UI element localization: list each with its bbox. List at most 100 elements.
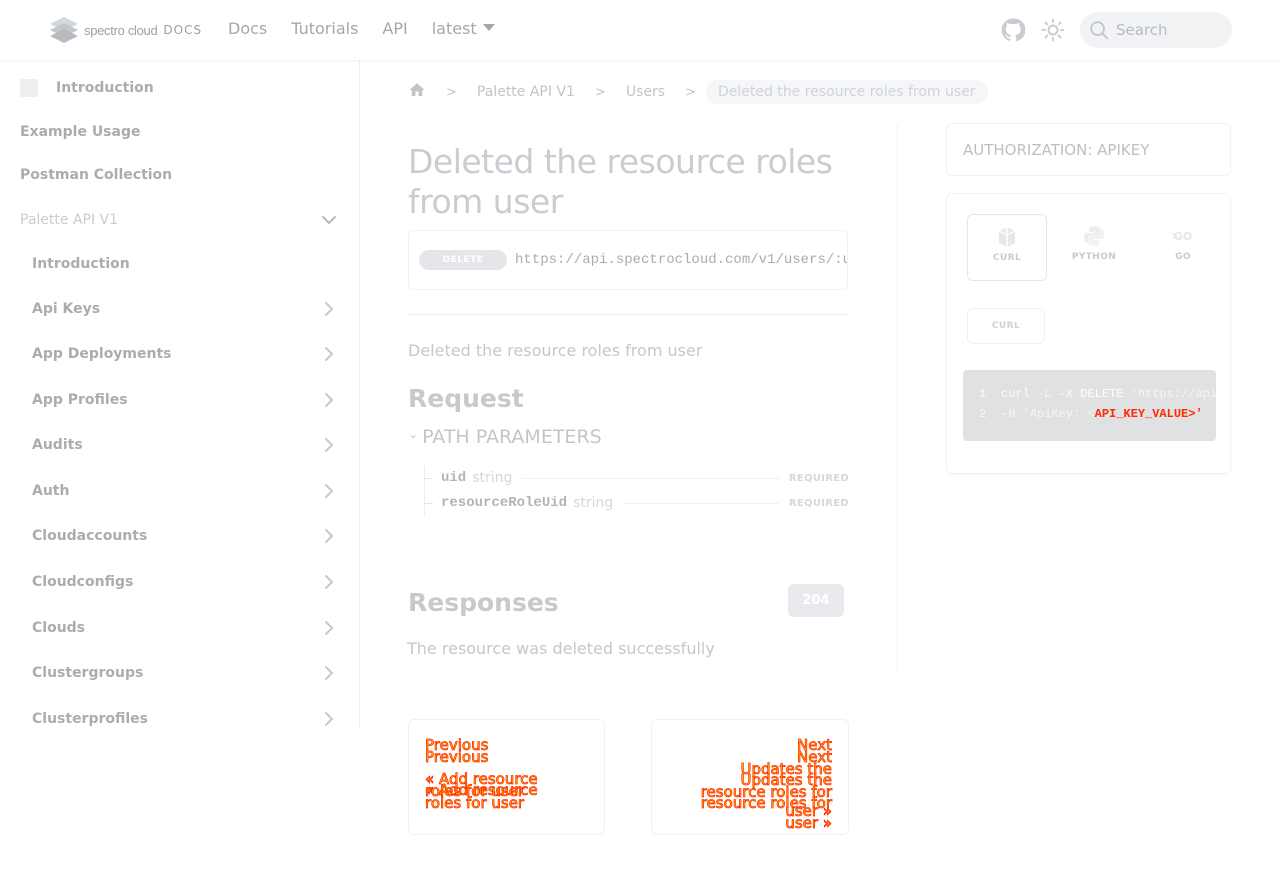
code-line: 1 curl -L -X DELETE 'https://api.spectroc… [963, 384, 1216, 404]
sidebar-item-clustergroups[interactable]: Clustergroups [0, 653, 359, 693]
code-line: 2 -H 'ApiKey: < API_KEY_VALUE >' [963, 404, 1203, 424]
chevron-down-icon: ⌄ [408, 427, 419, 441]
home-icon[interactable] [408, 81, 426, 103]
sun-icon[interactable] [1040, 17, 1066, 43]
pager-next[interactable]: Next Next Updates the Updates the resour… [651, 719, 849, 835]
lang-tab-go[interactable]: GO GO [1143, 214, 1223, 281]
version-label: latest [431, 19, 477, 38]
nav-link-docs[interactable]: Docs [228, 19, 267, 38]
endpoint-url[interactable]: https://api.spectrocloud.com/v1/users/:u… [515, 252, 847, 268]
sidebar-item-label: Palette API V1 [20, 212, 119, 228]
sidebar-item-auth[interactable]: Auth [0, 471, 359, 511]
breadcrumb-item-palette-api[interactable]: Palette API V1 [477, 84, 575, 100]
logo-docs-label: DOCS [163, 23, 203, 37]
breadcrumb: > Palette API V1 > Users > Deleted the r… [408, 78, 988, 106]
line-number: 1 [979, 387, 987, 401]
sidebar-item-label: Audits [32, 437, 83, 453]
param-row: resourceRoleUid string REQUIRED [425, 491, 849, 515]
endpoint-bar: DELETE https://api.spectrocloud.com/v1/u… [408, 230, 848, 290]
breadcrumb-separator: > [594, 84, 606, 100]
sidebar-item-postman-collection[interactable]: Postman Collection [0, 155, 359, 195]
chevron-right-icon[interactable] [321, 620, 337, 636]
param-type: string [472, 470, 513, 486]
code-block[interactable]: 1 curl -L -X DELETE 'https://api.spectroc… [963, 370, 1216, 441]
responses-heading: Responses [408, 588, 559, 617]
version-dropdown[interactable]: latest [432, 19, 495, 38]
sidebar-item-introduction[interactable]: Introduction [0, 68, 359, 108]
chevron-right-icon[interactable] [321, 483, 337, 499]
nav-right [1000, 12, 1232, 48]
pager-title-line3-ghost: user » [785, 814, 832, 832]
param-line [623, 502, 779, 504]
sidebar-item-label: Clouds [32, 620, 86, 636]
code-api-key-placeholder: API_KEY_VALUE [1094, 407, 1189, 421]
code-header-suffix: >' [1188, 407, 1203, 421]
search-input[interactable] [1116, 21, 1226, 39]
path-parameters-toggle[interactable]: ⌄ PATH PARAMETERS [408, 426, 602, 448]
logo-icon [50, 17, 78, 43]
breadcrumb-item-users[interactable]: Users [626, 84, 665, 100]
sidebar-item-palette-api-v1[interactable]: Palette API V1 [0, 200, 359, 240]
chevron-right-icon[interactable] [321, 437, 337, 453]
code-url: 'https://api.spectrocloud.com/v1/users/:… [1130, 387, 1216, 401]
sidebar-item-app-profiles[interactable]: App Profiles [0, 380, 359, 420]
top-navbar: spectro cloud DOCS Docs Tutorials API la… [0, 0, 1280, 60]
code-flags: -L -X [1029, 387, 1081, 401]
github-icon[interactable] [1000, 17, 1026, 43]
request-heading: Request [408, 384, 524, 413]
chevron-right-icon[interactable] [321, 574, 337, 590]
sidebar-item-label: Clustergroups [32, 665, 144, 681]
param-name: resourceRoleUid [441, 495, 568, 511]
sidebar-item-clusterprofiles[interactable]: Clusterprofiles [0, 699, 359, 728]
breadcrumb-separator: > [446, 84, 457, 100]
logo[interactable]: spectro cloud DOCS [48, 16, 202, 44]
chevron-right-icon[interactable] [321, 301, 337, 317]
param-type: string [573, 495, 614, 511]
page-title: Deleted the resource roles from user [408, 142, 833, 221]
param-required-badge: REQUIRED [788, 472, 849, 484]
param-row: uid string REQUIRED [425, 466, 849, 490]
variant-tab-curl[interactable]: CURL [967, 308, 1045, 344]
sidebar-item-api-keys[interactable]: Api Keys [0, 289, 359, 329]
curl-icon [998, 227, 1016, 247]
response-description: The resource was deleted successfully [407, 639, 715, 658]
chevron-right-icon[interactable] [321, 392, 337, 408]
chevron-right-icon[interactable] [321, 346, 337, 362]
python-icon [1084, 226, 1104, 246]
lang-tab-curl[interactable]: CURL [967, 214, 1047, 281]
pager-next-text: Next Next Updates the Updates the resour… [700, 736, 833, 833]
chevron-right-icon[interactable] [321, 711, 337, 727]
nav-link-api[interactable]: API [382, 19, 407, 38]
sidebar-item-example-usage[interactable]: Example Usage [0, 112, 359, 152]
sidebar-item-label: Introduction [32, 256, 130, 272]
sidebar-item-label: Clusterprofiles [32, 711, 149, 727]
sidebar-item-api-introduction[interactable]: Introduction [0, 244, 359, 284]
search-bar[interactable] [1080, 12, 1232, 48]
authorization-card[interactable]: AUTHORIZATION: APIKEY [946, 123, 1231, 176]
param-connector [425, 477, 433, 479]
lang-tab-python[interactable]: PYTHON [1054, 214, 1134, 281]
param-connector [425, 502, 433, 504]
code-sample-card: CURL PYTHON GO GO CURL 1 curl -L -X DELET… [946, 193, 1231, 474]
pager-previous[interactable]: Previous Previous « Add resource « Add r… [408, 719, 605, 835]
code-flag: -H [1001, 407, 1016, 421]
sidebar-item-audits[interactable]: Audits [0, 425, 359, 465]
nav-link-tutorials[interactable]: Tutorials [291, 19, 358, 38]
sidebar-item-app-deployments[interactable]: App Deployments [0, 334, 359, 374]
sidebar-item-label: App Deployments [32, 346, 172, 362]
endpoint-description: Deleted the resource roles from user [408, 341, 703, 360]
sidebar-item-cloudaccounts[interactable]: Cloudaccounts [0, 516, 359, 556]
pager-label-ghost: Previous [425, 748, 489, 766]
sidebar-item-label: Postman Collection [20, 167, 173, 183]
status-code-tab[interactable]: 204 [788, 584, 844, 617]
param-required-badge: REQUIRED [788, 497, 849, 509]
chevron-right-icon[interactable] [321, 665, 337, 681]
page-icon [20, 79, 38, 97]
chevron-right-icon[interactable] [321, 528, 337, 544]
sidebar-item-label: Api Keys [32, 301, 101, 317]
sidebar-item-label: App Profiles [32, 392, 128, 408]
code-method: DELETE [1080, 387, 1124, 401]
sidebar-item-clouds[interactable]: Clouds [0, 608, 359, 648]
chevron-down-icon[interactable] [321, 212, 337, 228]
sidebar-item-cloudconfigs[interactable]: Cloudconfigs [0, 562, 359, 602]
